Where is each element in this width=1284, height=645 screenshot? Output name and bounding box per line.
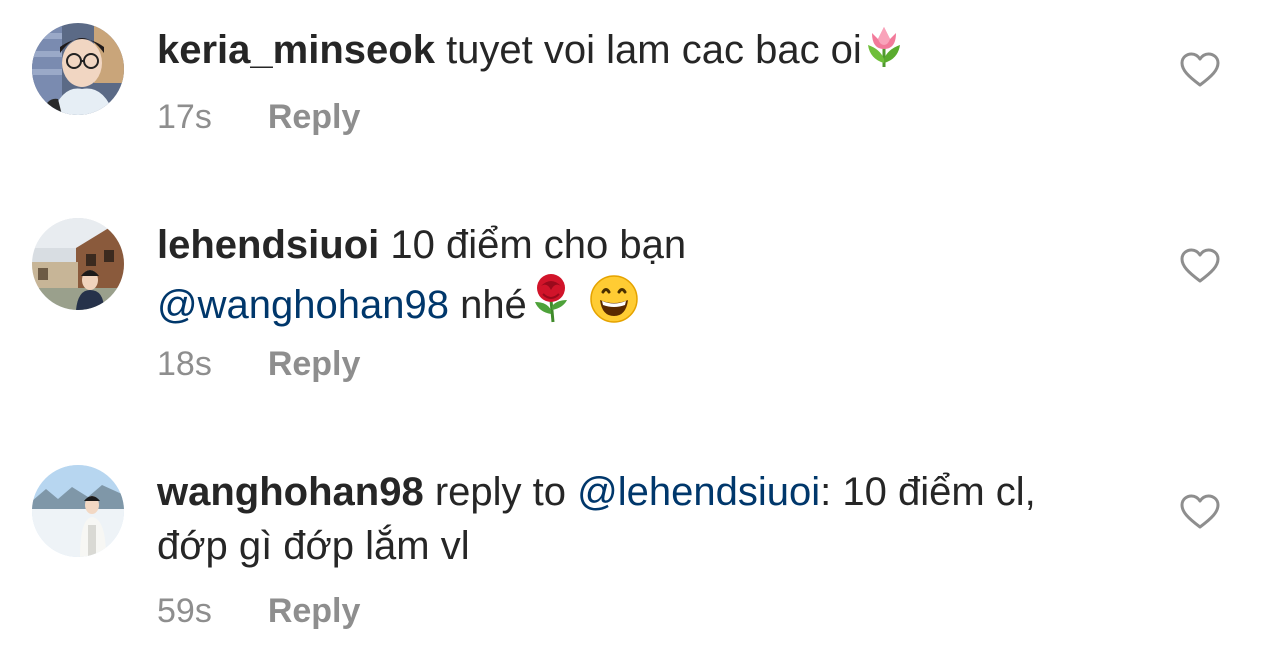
mention-link[interactable]: @lehendsiuoi <box>577 470 820 514</box>
comment-username[interactable]: wanghohan98 <box>157 470 424 514</box>
heart-outline-icon[interactable] <box>1180 52 1220 88</box>
reply-button[interactable]: Reply <box>268 591 361 631</box>
comment-timestamp: 18s <box>157 345 212 383</box>
comment-text: nhé <box>448 283 527 327</box>
comment-meta: 17s Reply <box>157 97 360 137</box>
reply-button[interactable]: Reply <box>268 97 361 137</box>
heart-outline-icon[interactable] <box>1180 248 1220 284</box>
comment-username[interactable]: lehendsiuoi <box>157 223 379 267</box>
grinning-face-emoji <box>589 274 639 338</box>
avatar[interactable] <box>32 465 124 557</box>
comment-meta: 59s Reply <box>157 591 360 631</box>
avatar[interactable] <box>32 218 124 310</box>
comment-body: wanghohan98 reply to @lehendsiuoi: 10 đi… <box>157 465 1117 573</box>
comment-timestamp: 59s <box>157 592 212 630</box>
rose-emoji <box>529 272 575 338</box>
comment-timestamp: 17s <box>157 98 212 136</box>
comment-username[interactable]: keria_minseok <box>157 28 435 72</box>
comment-meta: 18s Reply <box>157 344 360 384</box>
reply-button[interactable]: Reply <box>268 344 361 384</box>
heart-outline-icon[interactable] <box>1180 494 1220 530</box>
comment-text: tuyet voi lam cac bac oi <box>434 28 862 72</box>
comment-body: lehendsiuoi 10 điểm cho bạn @wanghohan98… <box>157 218 1117 338</box>
comment-text: 10 điểm cho bạn <box>379 223 687 267</box>
comment-body: keria_minseok tuyet voi lam cac bac oi <box>157 23 1117 83</box>
mention-link[interactable]: @wanghohan98 <box>157 283 449 327</box>
avatar[interactable] <box>32 23 124 115</box>
comment-text: reply to <box>423 470 578 514</box>
tulip-emoji <box>864 23 904 83</box>
